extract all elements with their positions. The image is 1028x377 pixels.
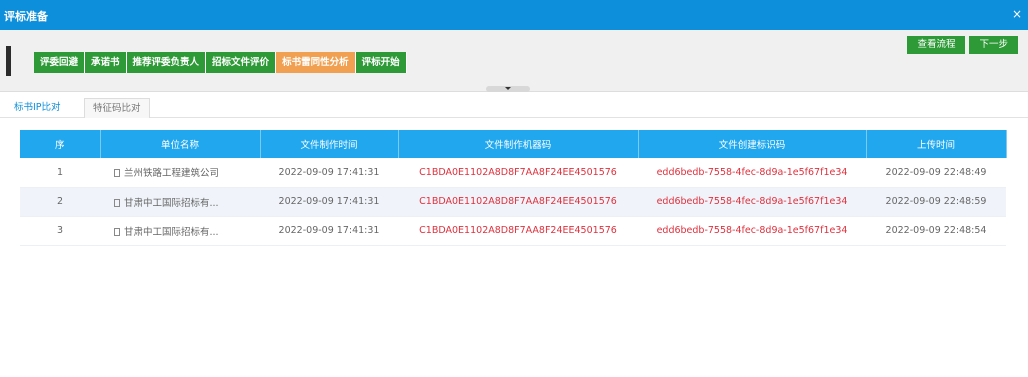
col-no-header: 序 xyxy=(20,130,101,158)
row-made-time: 2022-09-09 17:41:31 xyxy=(260,187,398,217)
step-tender-evaluation[interactable]: 招标文件评价 xyxy=(206,52,277,73)
step-similarity-analysis[interactable]: 标书雷同性分析 xyxy=(276,52,356,73)
tab-bar: 标书IP比对 特征码比对 xyxy=(0,96,1028,118)
row-no: 2 xyxy=(20,187,100,217)
document-icon xyxy=(114,227,120,236)
row-upload-time: 2022-09-09 22:48:59 xyxy=(866,187,1006,217)
table-header-row: 序 单位名称 文件制作时间 文件制作机器码 文件创建标识码 上传时间 xyxy=(20,130,1007,158)
row-no: 3 xyxy=(20,216,100,246)
window-title: 评标准备 xyxy=(4,10,48,23)
step-recommend-leader[interactable]: 推荐评委负责人 xyxy=(126,52,207,73)
row-upload-time: 2022-09-09 22:48:49 xyxy=(866,158,1006,188)
row-made-time: 2022-09-09 17:41:31 xyxy=(260,158,398,188)
row-unit[interactable]: 甘肃中工国际招标有... xyxy=(100,216,260,246)
side-handle xyxy=(6,46,11,76)
close-icon[interactable]: × xyxy=(1012,7,1022,21)
window-titlebar: 评标准备 × xyxy=(0,0,1028,30)
step-commitment[interactable]: 承诺书 xyxy=(85,52,127,73)
col-machine-code-header: 文件制作机器码 xyxy=(398,130,639,158)
row-unit-label: 甘肃中工国际招标有... xyxy=(124,226,219,238)
table-row[interactable]: 3 甘肃中工国际招标有... 2022-09-09 17:41:31 C1BDA… xyxy=(20,216,1006,246)
row-unit-label: 兰州铁路工程建筑公司 xyxy=(124,168,220,180)
table-row[interactable]: 2 甘肃中工国际招标有... 2022-09-09 17:41:31 C1BDA… xyxy=(20,187,1006,217)
col-made-time-header: 文件制作时间 xyxy=(260,130,399,158)
row-no: 1 xyxy=(20,158,100,188)
row-unit[interactable]: 甘肃中工国际招标有... xyxy=(100,187,260,217)
row-machine-code: C1BDA0E1102A8D8F7AA8F24EE4501576 xyxy=(398,187,638,217)
tab-ip-compare[interactable]: 标书IP比对 xyxy=(14,98,61,118)
step-avoidance[interactable]: 评委回避 xyxy=(34,52,86,73)
row-made-time: 2022-09-09 17:41:31 xyxy=(260,216,398,246)
row-unit[interactable]: 兰州铁路工程建筑公司 xyxy=(100,158,260,188)
row-upload-time: 2022-09-09 22:48:54 xyxy=(866,216,1006,246)
document-icon xyxy=(114,169,120,178)
col-unit-header: 单位名称 xyxy=(100,130,261,158)
action-buttons: 查看流程 下一步 xyxy=(907,36,1018,54)
step-nav: 评委回避 承诺书 推荐评委负责人 招标文件评价 标书雷同性分析 评标开始 xyxy=(34,52,407,73)
col-upload-time-header: 上传时间 xyxy=(866,130,1007,158)
step-start-evaluation[interactable]: 评标开始 xyxy=(355,52,407,73)
row-create-id: edd6bedb-7558-4fec-8d9a-1e5f67f1e34 xyxy=(638,216,866,246)
row-machine-code: C1BDA0E1102A8D8F7AA8F24EE4501576 xyxy=(398,216,638,246)
collapse-toggle[interactable] xyxy=(486,86,530,92)
row-create-id: edd6bedb-7558-4fec-8d9a-1e5f67f1e34 xyxy=(638,158,866,188)
col-create-id-header: 文件创建标识码 xyxy=(638,130,867,158)
document-icon xyxy=(114,198,120,207)
bid-file-table: 序 单位名称 文件制作时间 文件制作机器码 文件创建标识码 上传时间 1 兰州铁… xyxy=(20,130,1007,246)
next-step-button[interactable]: 下一步 xyxy=(969,36,1018,54)
row-machine-code: C1BDA0E1102A8D8F7AA8F24EE4501576 xyxy=(398,158,638,188)
row-create-id: edd6bedb-7558-4fec-8d9a-1e5f67f1e34 xyxy=(638,187,866,217)
tab-feature-compare[interactable]: 特征码比对 xyxy=(84,98,150,118)
view-flow-button[interactable]: 查看流程 xyxy=(907,36,966,54)
toolbar: 评委回避 承诺书 推荐评委负责人 招标文件评价 标书雷同性分析 评标开始 查看流… xyxy=(0,30,1028,92)
table-row[interactable]: 1 兰州铁路工程建筑公司 2022-09-09 17:41:31 C1BDA0E… xyxy=(20,158,1006,188)
row-unit-label: 甘肃中工国际招标有... xyxy=(124,197,219,209)
